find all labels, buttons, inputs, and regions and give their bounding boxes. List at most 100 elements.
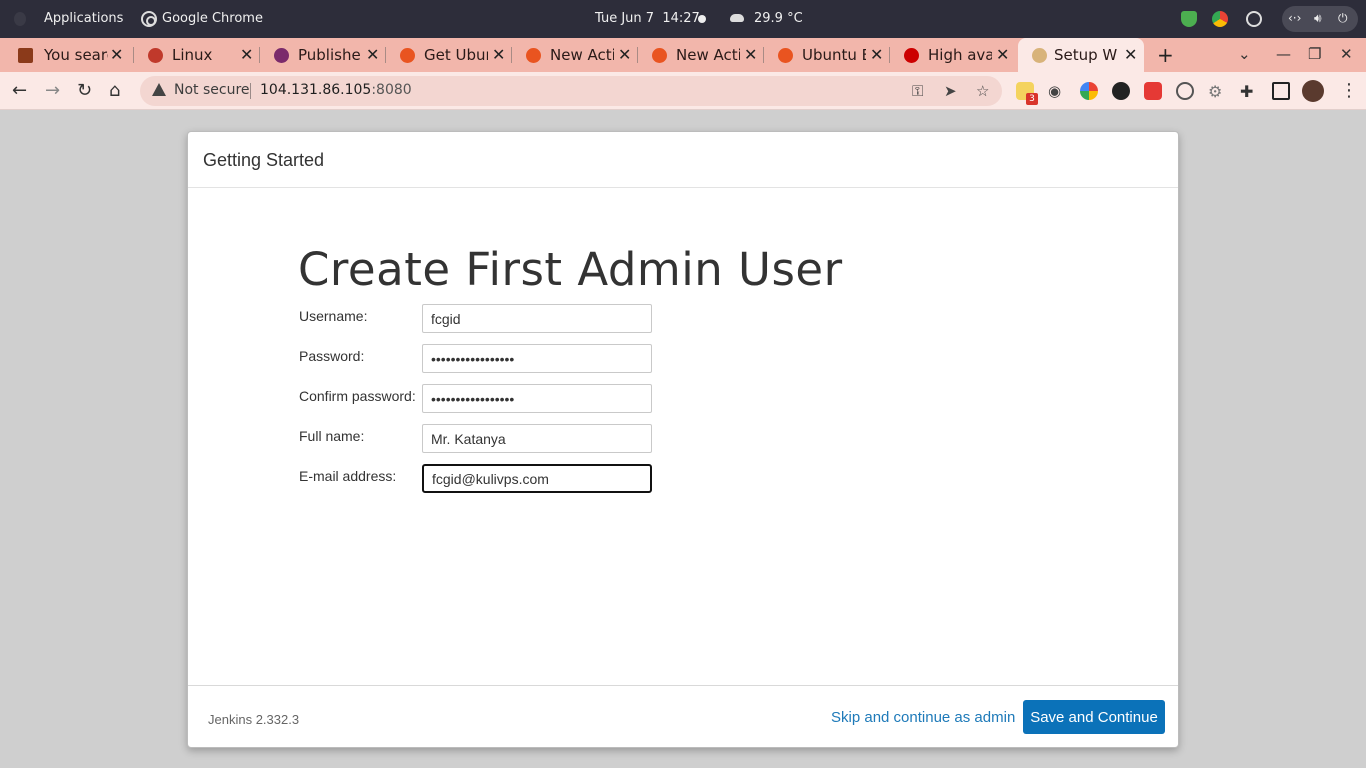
tab-2[interactable]: Linux ✕ bbox=[134, 38, 260, 72]
close-tab-icon[interactable]: ✕ bbox=[492, 45, 505, 64]
profile-avatar[interactable] bbox=[1302, 80, 1324, 102]
tab-8[interactable]: High ava ✕ bbox=[890, 38, 1016, 72]
jenkins-version: Jenkins 2.332.3 bbox=[208, 712, 300, 727]
extension-color-icon[interactable] bbox=[1080, 82, 1098, 100]
tab-title: Publisher bbox=[298, 46, 362, 64]
page-heading: Create First Admin User bbox=[298, 243, 843, 296]
extension-shield-icon[interactable] bbox=[1144, 82, 1162, 100]
full-name-input[interactable] bbox=[422, 424, 652, 453]
tab-search-chevron-icon[interactable]: ⌄ bbox=[1238, 45, 1251, 63]
confirm-password-input[interactable] bbox=[422, 384, 652, 413]
accessibility-icon[interactable] bbox=[1246, 11, 1262, 27]
tab-5[interactable]: New Acti ✕ bbox=[512, 38, 638, 72]
tab-title: You searc bbox=[44, 46, 108, 64]
username-input[interactable] bbox=[422, 304, 652, 333]
username-row: Username: bbox=[299, 304, 699, 334]
close-tab-icon[interactable]: ✕ bbox=[240, 45, 253, 64]
chrome-tray-icon[interactable] bbox=[1212, 11, 1228, 27]
temperature-text[interactable]: 29.9 °C bbox=[754, 11, 803, 26]
forward-arrow-icon[interactable]: → bbox=[45, 80, 60, 101]
tab-favicon-icon bbox=[904, 48, 919, 63]
minimize-icon[interactable]: — bbox=[1276, 45, 1291, 63]
activities-icon[interactable] bbox=[14, 12, 26, 26]
url-port: :8080 bbox=[371, 82, 412, 98]
dialog-header: Getting Started bbox=[188, 132, 1178, 188]
tab-favicon-icon bbox=[274, 48, 289, 63]
tab-favicon-icon bbox=[778, 48, 793, 63]
tab-9-active[interactable]: Setup Wi ✕ bbox=[1018, 38, 1144, 72]
reload-icon[interactable]: ↻ bbox=[77, 80, 92, 101]
warning-triangle-icon[interactable] bbox=[152, 83, 166, 96]
skip-continue-as-admin-link[interactable]: Skip and continue as admin bbox=[831, 709, 1015, 726]
email-row: E-mail address: bbox=[299, 464, 699, 494]
key-icon[interactable]: ⚿ bbox=[912, 82, 923, 100]
close-tab-icon[interactable]: ✕ bbox=[110, 45, 123, 64]
tab-title: High ava bbox=[928, 46, 992, 64]
tab-title: New Acti bbox=[550, 46, 614, 64]
system-top-bar: Applications Google Chrome Tue Jun 7 14:… bbox=[0, 0, 1366, 38]
time-text: 14:27 bbox=[662, 11, 700, 26]
dialog-footer: Jenkins 2.332.3 Skip and continue as adm… bbox=[188, 685, 1178, 747]
extension-gauge-icon[interactable] bbox=[1176, 82, 1194, 100]
extension-gnome-icon[interactable] bbox=[1112, 82, 1130, 100]
extension-gear-icon[interactable]: ⚙ bbox=[1208, 82, 1226, 101]
tab-favicon-icon bbox=[652, 48, 667, 63]
confirm-password-label: Confirm password: bbox=[299, 388, 416, 404]
back-arrow-icon[interactable]: ← bbox=[12, 80, 27, 101]
close-tab-icon[interactable]: ✕ bbox=[870, 45, 883, 64]
close-tab-icon[interactable]: ✕ bbox=[744, 45, 757, 64]
power-icon: ⏻ bbox=[1338, 11, 1348, 25]
tab-favicon-icon bbox=[148, 48, 163, 63]
password-row: Password: bbox=[299, 344, 699, 374]
applications-menu[interactable]: Applications bbox=[44, 11, 123, 26]
security-shield-icon[interactable] bbox=[1181, 11, 1197, 27]
system-status-menu[interactable]: ‹·› 🔊︎ ⏻ bbox=[1282, 6, 1358, 32]
chrome-menu-icon[interactable]: ⋮ bbox=[1340, 80, 1358, 101]
network-icon: ‹·› bbox=[1288, 11, 1302, 25]
full-name-row: Full name: bbox=[299, 424, 699, 454]
weather-cloud-icon bbox=[730, 14, 744, 22]
url-text[interactable]: 104.131.86.105:8080 bbox=[260, 82, 412, 98]
email-label: E-mail address: bbox=[299, 468, 397, 484]
password-input[interactable] bbox=[422, 344, 652, 373]
side-panel-icon[interactable] bbox=[1272, 82, 1290, 100]
clock[interactable]: Tue Jun 7 14:27 bbox=[595, 11, 700, 26]
extension-eye-icon[interactable]: ◉ bbox=[1048, 82, 1066, 100]
date-text: Tue Jun 7 bbox=[595, 11, 655, 26]
tab-favicon-icon bbox=[400, 48, 415, 63]
close-tab-icon[interactable]: ✕ bbox=[996, 45, 1009, 64]
email-input[interactable] bbox=[422, 464, 652, 493]
close-tab-icon[interactable]: ✕ bbox=[1124, 45, 1137, 64]
dialog-title: Getting Started bbox=[203, 150, 325, 170]
full-name-label: Full name: bbox=[299, 428, 365, 444]
tab-3[interactable]: Publisher ✕ bbox=[260, 38, 386, 72]
tab-title: Ubuntu E bbox=[802, 46, 866, 64]
tab-1[interactable]: You searc ✕ bbox=[0, 38, 134, 72]
new-tab-icon[interactable]: + bbox=[1157, 43, 1174, 67]
tab-title: New Acti bbox=[676, 46, 740, 64]
tab-6[interactable]: New Acti ✕ bbox=[638, 38, 764, 72]
home-icon[interactable]: ⌂ bbox=[109, 80, 120, 101]
tab-title: Setup Wi bbox=[1054, 46, 1118, 64]
active-app-label[interactable]: Google Chrome bbox=[162, 11, 263, 26]
volume-icon: 🔊︎ bbox=[1314, 11, 1322, 25]
close-tab-icon[interactable]: ✕ bbox=[366, 45, 379, 64]
confirm-password-row: Confirm password: bbox=[299, 384, 699, 414]
chrome-icon bbox=[141, 11, 157, 27]
tab-favicon-icon bbox=[1032, 48, 1047, 63]
notification-dot-icon bbox=[698, 15, 706, 23]
maximize-icon[interactable]: ❐ bbox=[1308, 45, 1321, 63]
extensions-puzzle-icon[interactable]: ✚ bbox=[1240, 82, 1258, 101]
close-tab-icon[interactable]: ✕ bbox=[618, 45, 631, 64]
username-label: Username: bbox=[299, 308, 368, 324]
bookmark-star-icon[interactable]: ☆ bbox=[976, 82, 989, 100]
extension-badge: 3 bbox=[1026, 93, 1038, 105]
send-to-device-icon[interactable]: ➤ bbox=[944, 82, 957, 100]
omnibox[interactable]: Not secure 104.131.86.105:8080 ⚿ ➤ ☆ bbox=[140, 76, 1002, 106]
setup-wizard-dialog: Getting Started Create First Admin User … bbox=[187, 131, 1179, 748]
save-and-continue-button[interactable]: Save and Continue bbox=[1023, 700, 1165, 734]
tab-4[interactable]: Get Ubun ✕ bbox=[386, 38, 512, 72]
close-window-icon[interactable]: ✕ bbox=[1340, 45, 1353, 63]
tab-7[interactable]: Ubuntu E ✕ bbox=[764, 38, 890, 72]
security-label[interactable]: Not secure bbox=[174, 82, 250, 98]
